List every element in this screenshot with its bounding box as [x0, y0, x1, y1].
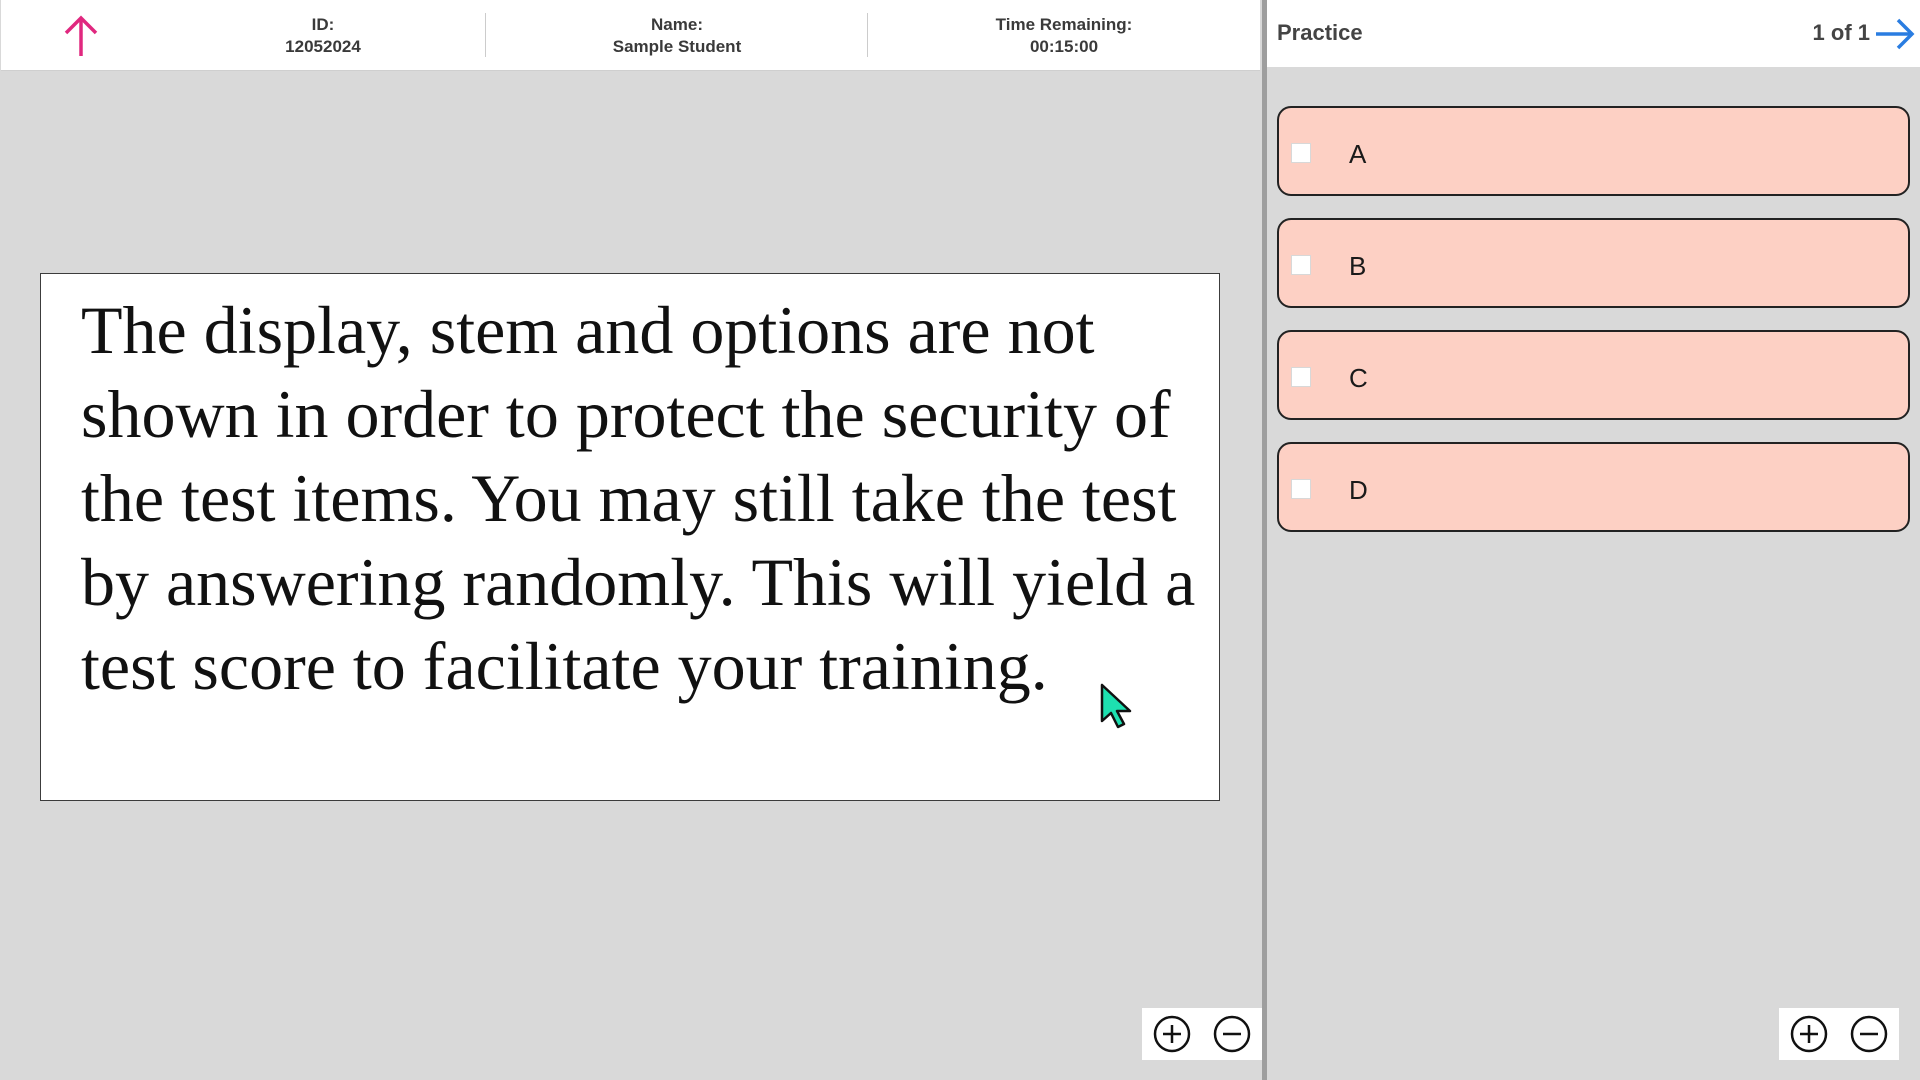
zoom-in-button[interactable]: [1151, 1013, 1193, 1055]
zoom-in-icon: [1790, 1015, 1828, 1053]
option-checkbox[interactable]: [1291, 479, 1311, 499]
student-id-field: ID: 12052024: [233, 14, 413, 58]
zoom-out-button[interactable]: [1211, 1013, 1253, 1055]
left-zoom-controls: [1142, 1008, 1262, 1060]
option-checkbox[interactable]: [1291, 255, 1311, 275]
time-remaining-label: Time Remaining:: [995, 15, 1133, 34]
answer-pane: Practice 1 of 1 A B C D: [1267, 0, 1920, 1080]
up-arrow-button[interactable]: [59, 14, 103, 58]
student-name-label: Name:: [651, 15, 703, 34]
header-separator: [485, 13, 486, 57]
option-label: C: [1349, 363, 1368, 393]
test-header: ID: 12052024 Name: Sample Student Time R…: [1, 0, 1260, 71]
answer-option-a[interactable]: A: [1277, 106, 1910, 196]
next-item-button[interactable]: [1874, 14, 1916, 54]
student-id-value: 12052024: [285, 37, 361, 56]
answer-option-d[interactable]: D: [1277, 442, 1910, 532]
header-separator: [867, 13, 868, 57]
zoom-out-button[interactable]: [1848, 1013, 1890, 1055]
item-display-pane: ID: 12052024 Name: Sample Student Time R…: [0, 0, 1262, 1080]
time-remaining-value: 00:15:00: [1029, 37, 1099, 56]
student-name-field: Name: Sample Student: [577, 14, 777, 58]
student-name-value: Sample Student: [612, 37, 742, 56]
option-checkbox[interactable]: [1291, 143, 1311, 163]
zoom-out-icon: [1850, 1015, 1888, 1053]
option-label: A: [1349, 139, 1367, 169]
item-stem-text: The display, stem and options are not sh…: [81, 292, 1196, 704]
time-remaining-field: Time Remaining: 00:15:00: [959, 14, 1169, 58]
zoom-in-button[interactable]: [1788, 1013, 1830, 1055]
arrow-right-icon: [1876, 18, 1915, 50]
item-counter: 1 of 1: [1812, 20, 1870, 45]
mouse-cursor-icon: [1100, 683, 1132, 729]
arrow-up-icon: [64, 15, 98, 56]
answer-option-c[interactable]: C: [1277, 330, 1910, 420]
right-zoom-controls: [1779, 1008, 1899, 1060]
option-label: D: [1349, 475, 1368, 505]
student-id-label: ID:: [311, 15, 335, 34]
zoom-out-icon: [1213, 1015, 1251, 1053]
option-label: B: [1349, 251, 1367, 281]
answer-pane-header: Practice 1 of 1: [1267, 0, 1920, 67]
answer-option-b[interactable]: B: [1277, 218, 1910, 308]
section-title: Practice: [1277, 20, 1363, 45]
zoom-in-icon: [1153, 1015, 1191, 1053]
item-stem-box: The display, stem and options are not sh…: [40, 273, 1220, 801]
option-checkbox[interactable]: [1291, 367, 1311, 387]
